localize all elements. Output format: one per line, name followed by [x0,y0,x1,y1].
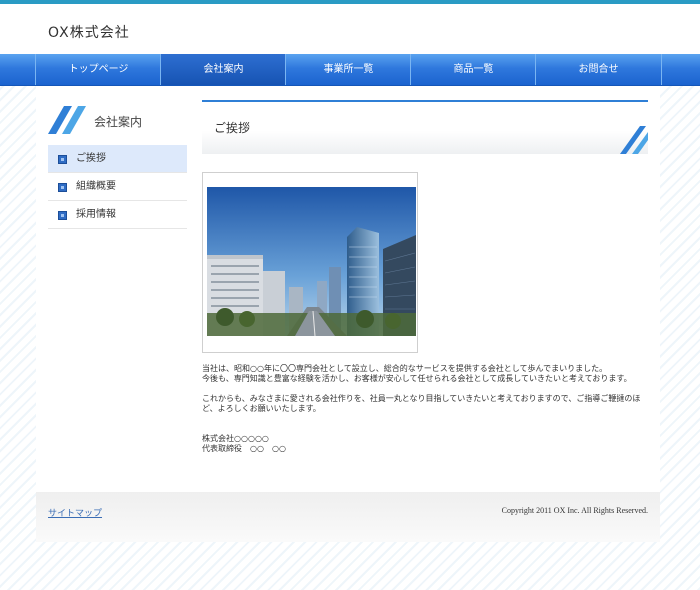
site-footer: サイトマップ Copyright 2011 OX Inc. All Rights… [36,492,660,542]
nav-item-offices[interactable]: 事業所一覧 [285,54,411,85]
signature-representative: 代表取締役 ○○ ○○ [202,444,286,453]
sidebar-title-label: 会社案内 [94,115,143,129]
bullet-icon [58,155,67,164]
greeting-line: 当社は、昭和○○年に〇〇専門会社として設立し、総合的なサービスを提供する会社とし… [202,364,608,373]
sitemap-link[interactable]: サイトマップ [48,506,102,519]
greeting-text: 当社は、昭和○○年に〇〇専門会社として設立し、総合的なサービスを提供する会社とし… [202,364,642,454]
nav-item-contact[interactable]: お問合せ [535,54,662,85]
sidebar-item-label: 組織概要 [76,181,116,192]
greeting-paragraph-1: 当社は、昭和○○年に〇〇専門会社として設立し、総合的なサービスを提供する会社とし… [202,364,642,384]
greeting-line: 今後も、専門知識と豊富な経験を活かし、お客様が安心して任せられる会社として成長し… [202,374,632,383]
nav-item-products[interactable]: 商品一覧 [410,54,536,85]
signature: 株式会社○○○○○ 代表取締役 ○○ ○○ [202,434,642,454]
bullet-icon [58,211,67,220]
site-header: OX株式会社 [0,4,700,54]
stripes-icon [620,126,648,154]
nav-item-company[interactable]: 会社案内 [160,54,286,85]
sidebar-item-recruit[interactable]: 採用情報 [48,201,187,229]
sidebar-item-greeting[interactable]: ご挨拶 [48,145,187,173]
sidebar-title: 会社案内 [48,106,178,134]
nav-item-top[interactable]: トップページ [35,54,161,85]
content-container: 会社案内 ご挨拶 組織概要 採用情報 ご挨拶 当社は、昭和○○年に〇〇専門会社と… [36,86,660,542]
company-logo-text[interactable]: OX株式会社 [48,22,130,42]
sidebar-item-label: ご挨拶 [76,153,106,164]
sidebar-item-organization[interactable]: 組織概要 [48,173,187,201]
page-title: ご挨拶 [214,121,251,135]
greeting-line: ど、よろしくお願いいたします。 [202,404,321,413]
sidebar-item-label: 採用情報 [76,209,116,220]
city-buildings-image [207,187,416,336]
copyright-text: Copyright 2011 OX Inc. All Rights Reserv… [501,506,648,515]
signature-company: 株式会社○○○○○ [202,434,269,443]
global-navigation: トップページ 会社案内 事業所一覧 商品一覧 お問合せ [0,54,700,86]
photo-frame [202,172,418,353]
page-heading-box: ご挨拶 [202,100,648,154]
greeting-paragraph-2: これからも、みなさまに愛される会社作りを、社員一丸となり目指していきたいと考えて… [202,394,642,414]
stripes-icon [48,106,86,134]
greeting-line: これからも、みなさまに愛される会社作りを、社員一丸となり目指していきたいと考えて… [202,394,641,403]
bullet-icon [58,183,67,192]
sidebar-menu: ご挨拶 組織概要 採用情報 [48,145,187,229]
